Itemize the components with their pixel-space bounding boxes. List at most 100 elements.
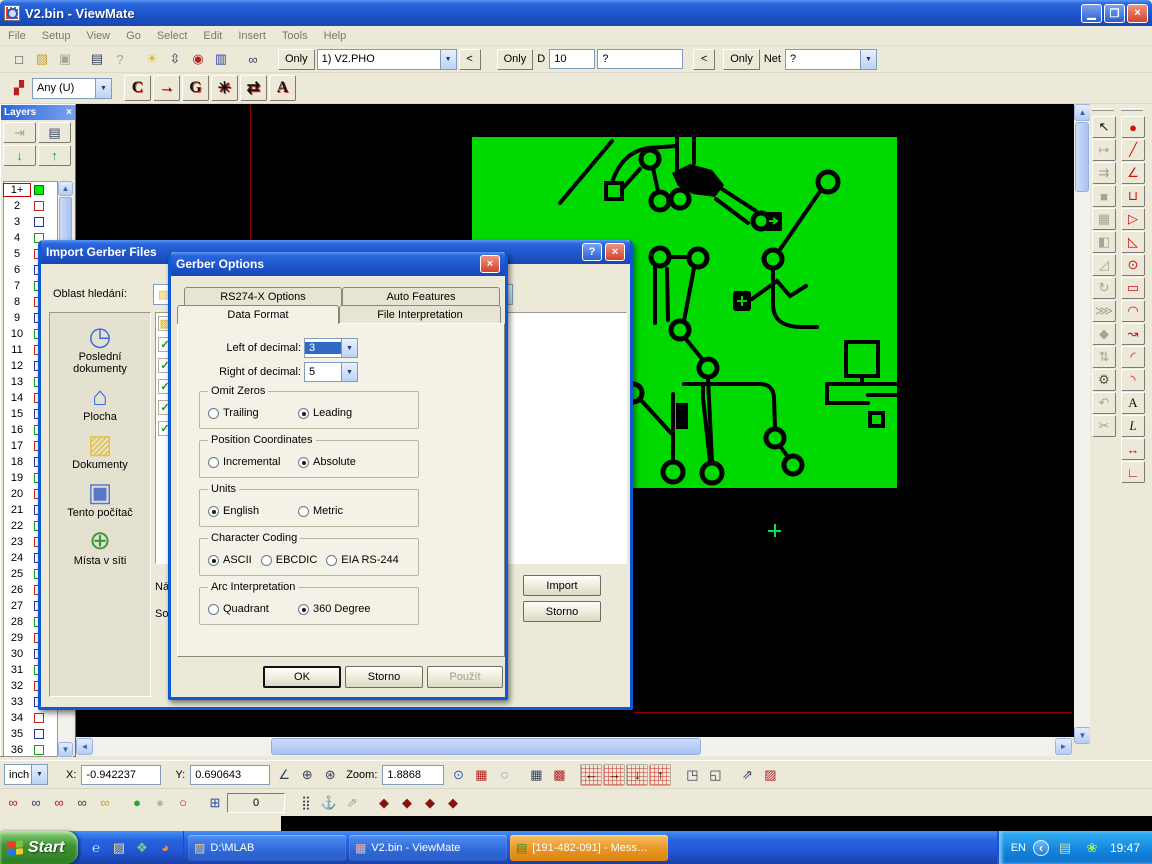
- net-select-combo[interactable]: ? ▼: [785, 49, 877, 70]
- transform-icon[interactable]: ⇗: [341, 792, 363, 814]
- close-icon[interactable]: ×: [66, 107, 72, 118]
- angle-measure-icon[interactable]: ∠: [273, 764, 295, 786]
- draw-corner-icon[interactable]: ∠: [1121, 162, 1145, 184]
- layer-up-icon[interactable]: ↑: [38, 145, 71, 166]
- zoom-all-icon[interactable]: ▦: [470, 764, 492, 786]
- layer-table-icon[interactable]: ▤: [38, 122, 71, 143]
- flash-pad4-icon[interactable]: ◆: [442, 792, 464, 814]
- select-pattern-icon[interactable]: ▞: [8, 77, 30, 99]
- scroll-down-icon[interactable]: ▼: [58, 742, 73, 757]
- layer-colors-icon[interactable]: ▥: [210, 48, 232, 70]
- place-network-places[interactable]: ⊕Místa v síti: [52, 525, 148, 567]
- title-bar[interactable]: V2.bin - ViewMate ▁ ❐ ×: [0, 0, 1152, 26]
- radio-button[interactable]: [208, 555, 219, 566]
- gerber-tool-icon[interactable]: G: [182, 75, 209, 101]
- swap-tool-icon[interactable]: ⇄: [240, 75, 267, 101]
- component-tool-icon[interactable]: C: [124, 75, 151, 101]
- radio-button[interactable]: [208, 408, 219, 419]
- menu-view[interactable]: View: [78, 28, 118, 44]
- menu-file[interactable]: File: [0, 28, 34, 44]
- select-area-icon[interactable]: ▨: [759, 764, 781, 786]
- start-button[interactable]: Start: [0, 831, 78, 864]
- redraw-grid-icon[interactable]: ▩: [548, 764, 570, 786]
- close-button[interactable]: ×: [1127, 4, 1148, 23]
- pan-left-icon[interactable]: ←: [580, 764, 602, 786]
- open-file-icon[interactable]: ▨: [31, 48, 53, 70]
- draw-arrow-icon[interactable]: ▷: [1121, 208, 1145, 230]
- birdseye-icon[interactable]: ▦: [525, 764, 547, 786]
- radio-eia-rs-244[interactable]: EIA RS-244: [326, 554, 398, 566]
- draw-channel-icon[interactable]: ⊔: [1121, 185, 1145, 207]
- dcode-input[interactable]: 10: [549, 49, 595, 69]
- radio-metric[interactable]: Metric: [298, 505, 388, 517]
- zoom-select-icon[interactable]: ◌: [493, 764, 515, 786]
- layer-color-swatch[interactable]: [34, 745, 44, 755]
- item-filter-combo[interactable]: Any (U) ▼: [32, 78, 112, 99]
- radio-button[interactable]: [208, 604, 219, 615]
- view-outlines-icon[interactable]: ∞: [71, 792, 93, 814]
- x-coordinate-value[interactable]: -0.942237: [81, 765, 161, 785]
- prev-layer-button[interactable]: <: [459, 49, 481, 70]
- draw-dimension-icon[interactable]: ↔: [1121, 438, 1145, 460]
- layer-color-swatch[interactable]: [34, 201, 44, 211]
- layers-panel-titlebar[interactable]: Layers ×: [1, 105, 75, 120]
- language-indicator[interactable]: EN: [1011, 842, 1026, 854]
- layer-select-combo[interactable]: 1) V2.PHO ▼: [317, 49, 457, 70]
- layer-row[interactable]: 34: [4, 710, 57, 726]
- chevron-down-icon[interactable]: ▼: [860, 50, 876, 69]
- scroll-left-icon[interactable]: ◄: [76, 738, 93, 755]
- y-coordinate-value[interactable]: 0.690643: [190, 765, 270, 785]
- draw-pad-icon[interactable]: ●: [1121, 116, 1145, 138]
- layer-row[interactable]: 1+: [4, 182, 57, 198]
- draw-triangle-icon[interactable]: ◺: [1121, 231, 1145, 253]
- radio-absolute[interactable]: Absolute: [298, 456, 388, 468]
- flash-pad-icon[interactable]: ◆: [373, 792, 395, 814]
- radio-trailing[interactable]: Trailing: [208, 407, 298, 419]
- tab-auto-features[interactable]: Auto Features: [342, 287, 500, 305]
- highlight-on-icon[interactable]: ●: [126, 792, 148, 814]
- zoom-value-input[interactable]: 1.8868: [382, 765, 444, 785]
- radio-button[interactable]: [298, 457, 309, 468]
- scroll-up-icon[interactable]: ▲: [1074, 104, 1091, 121]
- highlight-net-icon[interactable]: ○: [172, 792, 194, 814]
- radio-leading[interactable]: Leading: [298, 407, 388, 419]
- menu-go[interactable]: Go: [118, 28, 149, 44]
- zoom-window-prev-icon[interactable]: ◱: [704, 764, 726, 786]
- prev-net-button[interactable]: <: [693, 49, 715, 70]
- horizontal-scrollbar[interactable]: ◄ ►: [76, 737, 1072, 756]
- layer-down-icon[interactable]: ↓: [3, 145, 36, 166]
- draw-text-icon[interactable]: A: [1121, 392, 1145, 414]
- dcode-list-icon[interactable]: ◉: [187, 48, 209, 70]
- origin-icon[interactable]: ⊕: [296, 764, 318, 786]
- grid-points-icon[interactable]: ⣿: [295, 792, 317, 814]
- annotate-tool-icon[interactable]: A: [269, 75, 296, 101]
- tab-file-interpretation[interactable]: File Interpretation: [339, 305, 501, 324]
- draw-label-icon[interactable]: L: [1121, 415, 1145, 437]
- radio-button[interactable]: [298, 506, 309, 517]
- firefox-icon[interactable]: ◕: [157, 840, 173, 856]
- radio-button[interactable]: [208, 506, 219, 517]
- radio-button[interactable]: [261, 555, 272, 566]
- left-of-decimal-combo[interactable]: 3 ▼: [304, 338, 358, 358]
- quad-view-icon[interactable]: ⊞: [204, 792, 226, 814]
- draw-circle-icon[interactable]: ⊙: [1121, 254, 1145, 276]
- draw-curve-icon[interactable]: ↝: [1121, 323, 1145, 345]
- close-icon[interactable]: ×: [605, 243, 625, 261]
- radio-incremental[interactable]: Incremental: [208, 456, 298, 468]
- ok-button[interactable]: OK: [263, 666, 341, 688]
- stretch-view-icon[interactable]: ⇗: [736, 764, 758, 786]
- gerber-dialog-titlebar[interactable]: Gerber Options ×: [171, 252, 505, 276]
- layer-color-swatch[interactable]: [34, 713, 44, 723]
- pan-up-icon[interactable]: ↑: [649, 764, 671, 786]
- menu-edit[interactable]: Edit: [195, 28, 230, 44]
- storno-button[interactable]: Storno: [523, 601, 601, 622]
- menu-help[interactable]: Help: [316, 28, 355, 44]
- snap-origin-icon[interactable]: ⊛: [319, 764, 341, 786]
- highlight-off-icon[interactable]: ●: [149, 792, 171, 814]
- only-layer-button[interactable]: Only: [278, 49, 315, 70]
- close-icon[interactable]: ×: [480, 255, 500, 273]
- place-my-computer[interactable]: ▣Tento počítač: [52, 477, 148, 519]
- restore-button[interactable]: ❐: [1104, 4, 1125, 23]
- select-cursor-icon[interactable]: ↖: [1092, 116, 1116, 138]
- layer-color-swatch[interactable]: [34, 729, 44, 739]
